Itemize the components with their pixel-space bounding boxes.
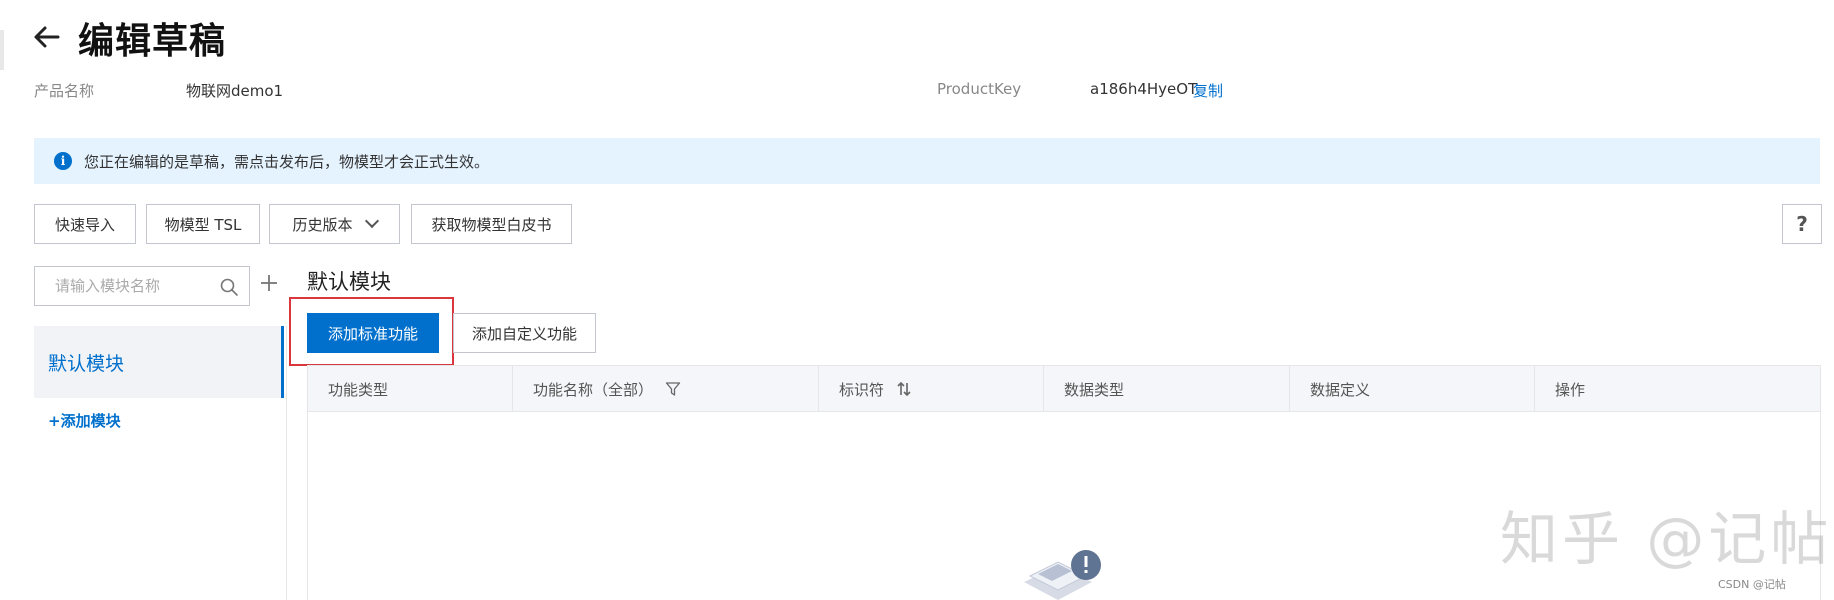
add-icon[interactable]: [258, 272, 280, 294]
tsl-button[interactable]: 物模型 TSL: [146, 204, 260, 244]
sidebar-item-label: 默认模块: [48, 352, 125, 375]
column-identifier: 标识符: [819, 366, 1044, 412]
chevron-down-icon: [364, 213, 379, 229]
quick-import-button[interactable]: 快速导入: [34, 204, 136, 244]
info-icon: i: [54, 152, 72, 170]
module-search-box[interactable]: [34, 266, 250, 306]
add-module-link[interactable]: +添加模块: [48, 410, 121, 431]
csdn-watermark: CSDN @记帖: [1718, 578, 1786, 591]
sort-icon[interactable]: [896, 381, 912, 397]
section-title: 默认模块: [307, 270, 391, 294]
column-data-definition: 数据定义: [1290, 366, 1535, 412]
copy-link[interactable]: 复制: [1193, 80, 1223, 101]
get-whitepaper-button[interactable]: 获取物模型白皮书: [411, 204, 572, 244]
search-icon[interactable]: [219, 277, 239, 297]
page-title: 编辑草稿: [78, 21, 227, 62]
table-header: 功能类型 功能名称（全部） 标识符 数据类型 数据定义 操作: [308, 366, 1820, 412]
left-edge-bar: [0, 30, 4, 70]
back-arrow-icon[interactable]: [32, 22, 62, 52]
empty-state-illustration: [1024, 550, 1101, 600]
product-key-label: ProductKey: [937, 80, 1022, 98]
add-custom-function-button[interactable]: 添加自定义功能: [453, 313, 596, 353]
column-operation: 操作: [1555, 380, 1586, 399]
sidebar-item-default-module[interactable]: 默认模块: [34, 326, 284, 398]
notice-text: 您正在编辑的是草稿，需点击发布后，物模型才会正式生效。: [84, 152, 490, 171]
product-name-label: 产品名称: [34, 82, 95, 100]
column-function-type: 功能类型: [308, 366, 513, 412]
add-standard-function-button[interactable]: 添加标准功能: [307, 313, 439, 353]
panel-divider: [286, 326, 287, 600]
column-data-type: 数据类型: [1044, 366, 1290, 412]
module-search-input[interactable]: [55, 277, 215, 295]
product-name-value: 物联网demo1: [186, 82, 284, 100]
column-function-name: 功能名称（全部）: [513, 366, 819, 412]
draft-notice: i 您正在编辑的是草稿，需点击发布后，物模型才会正式生效。: [34, 138, 1820, 184]
zhihu-watermark: 知乎 @记帖: [1500, 505, 1833, 573]
history-version-dropdown[interactable]: 历史版本: [269, 204, 400, 244]
help-button[interactable]: ?: [1782, 204, 1822, 244]
product-key-value: a186h4HyeOT: [1090, 80, 1198, 98]
filter-icon[interactable]: [665, 381, 681, 397]
